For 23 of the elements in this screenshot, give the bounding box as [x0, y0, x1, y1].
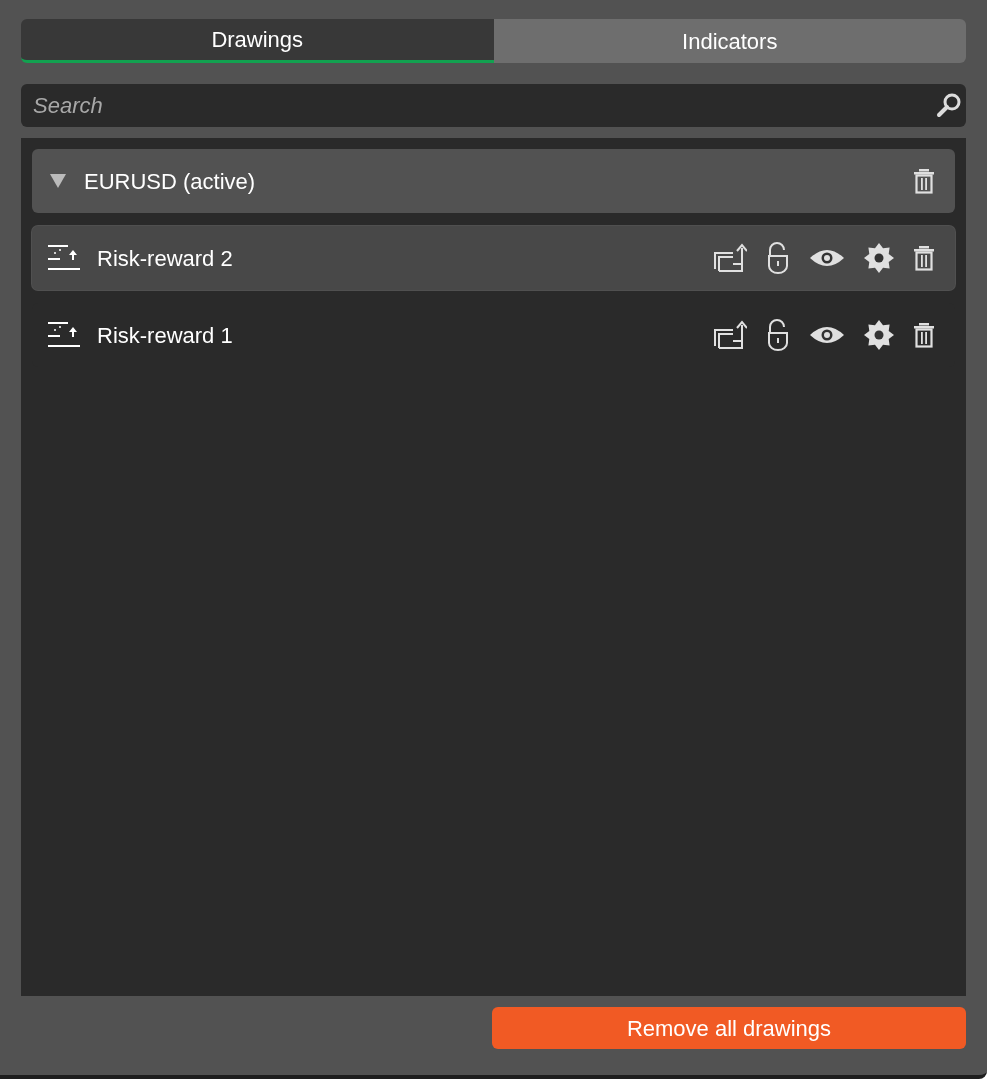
trash-icon[interactable]	[913, 245, 935, 271]
group-header[interactable]: EURUSD (active)	[32, 149, 955, 213]
drawing-name: Risk-reward 1	[97, 321, 234, 350]
collapse-triangle-icon[interactable]	[50, 174, 66, 188]
move-layer-icon[interactable]	[713, 243, 747, 273]
eye-icon[interactable]	[809, 325, 845, 345]
settings-icon[interactable]	[864, 320, 894, 350]
settings-icon[interactable]	[864, 243, 894, 273]
drawing-row[interactable]: Risk-reward 2	[32, 226, 955, 290]
unlocked-padlock-icon[interactable]	[766, 242, 790, 274]
move-layer-icon[interactable]	[713, 320, 747, 350]
group-title: EURUSD (active)	[84, 167, 257, 196]
trash-icon[interactable]	[913, 168, 935, 194]
risk-reward-icon	[46, 244, 80, 272]
risk-reward-icon	[46, 321, 80, 349]
search-field[interactable]: Search	[21, 84, 966, 127]
search-icon[interactable]	[936, 92, 962, 118]
trash-icon[interactable]	[913, 322, 935, 348]
tab[interactable]: Drawings	[21, 19, 494, 63]
eye-icon[interactable]	[809, 248, 845, 268]
tab[interactable]: Indicators	[493, 19, 966, 63]
unlocked-padlock-icon[interactable]	[766, 319, 790, 351]
drawing-name: Risk-reward 2	[97, 244, 234, 273]
